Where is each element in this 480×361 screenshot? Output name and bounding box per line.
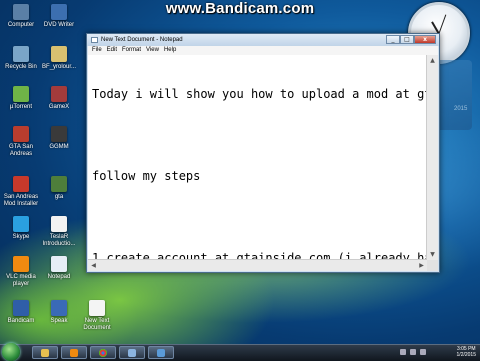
desktop-icon-label: BF_yrolour... <box>41 64 76 70</box>
desktop-icon-label: Bandicam <box>7 318 35 324</box>
menu-edit[interactable]: Edit <box>107 46 117 55</box>
taskbar-app-button[interactable] <box>119 346 145 359</box>
desktop-icon[interactable]: BF_yrolour... <box>38 46 80 71</box>
desktop-icon[interactable]: Recycle Bin <box>0 46 42 71</box>
desktop-icon[interactable]: New Text Document <box>76 300 118 332</box>
menu-bar: File Edit Format View Help <box>88 46 438 55</box>
close-button[interactable]: x <box>414 35 436 44</box>
media-player-icon <box>70 349 78 357</box>
chrome-icon <box>99 349 107 357</box>
desktop-icon-image <box>13 46 29 62</box>
desktop-icon-label: San Andreas Mod Installer <box>3 194 39 207</box>
window-title: New Text Document - Notepad <box>101 37 183 43</box>
scroll-left-arrow-icon[interactable]: ◀ <box>88 260 99 271</box>
desktop-icon-image <box>13 256 29 272</box>
desktop-icon-image <box>51 256 67 272</box>
desktop-icon[interactable]: GTA San Andreas <box>0 126 42 158</box>
menu-file[interactable]: File <box>92 46 102 55</box>
desktop-icon-image <box>51 4 67 20</box>
desktop-icon-label: GTA San Andreas <box>9 144 33 157</box>
desktop-icon-label: Recycle Bin <box>5 64 37 70</box>
clock-minute-hand <box>438 14 447 34</box>
app-icon <box>157 349 165 357</box>
tray-volume-icon[interactable] <box>410 349 416 355</box>
desktop-icon[interactable]: TeslaR Introductio... <box>38 216 80 248</box>
desktop-icon-label: GGMM <box>49 144 69 150</box>
text-editor-area[interactable]: Today i will show you how to upload a mo… <box>88 55 427 260</box>
desktop-icon-label: GameX <box>48 104 70 110</box>
desktop-icon[interactable]: DVD Writer <box>38 4 80 29</box>
desktop-icon-label: Computer <box>7 22 35 28</box>
taskbar-chrome-button[interactable] <box>90 346 116 359</box>
title-bar[interactable]: New Text Document - Notepad _ □ x <box>87 34 439 46</box>
desktop-icon[interactable]: San Andreas Mod Installer <box>0 176 42 208</box>
desktop-icon[interactable]: GGMM <box>38 126 80 151</box>
folder-icon <box>41 349 49 357</box>
desktop-icon-image <box>51 300 67 316</box>
minimize-button[interactable]: _ <box>386 35 400 44</box>
desktop-icon-image <box>13 300 29 316</box>
taskbar-app-button[interactable] <box>148 346 174 359</box>
desktop-icon-label: µTorrent <box>9 104 33 110</box>
maximize-button[interactable]: □ <box>400 35 414 44</box>
horizontal-scrollbar[interactable]: ◀ ▶ <box>88 259 427 271</box>
taskbar-explorer-button[interactable] <box>32 346 58 359</box>
taskbar-media-button[interactable] <box>61 346 87 359</box>
desktop-icon-image <box>51 176 67 192</box>
desktop-icon-image <box>51 126 67 142</box>
tray-clock[interactable]: 3:05 PM 1/2/2015 <box>457 346 476 358</box>
vertical-scrollbar[interactable]: ▲ ▼ <box>426 55 438 260</box>
text-line: Today i will show you how to upload a mo… <box>92 87 427 101</box>
desktop-icon-label: Skype <box>12 234 30 240</box>
window-controls: _ □ x <box>386 35 436 45</box>
menu-help[interactable]: Help <box>164 46 176 55</box>
start-button[interactable] <box>2 343 20 361</box>
desktop-icon-image <box>89 300 105 316</box>
desktop-icon-image <box>13 86 29 102</box>
taskbar: 3:05 PM 1/2/2015 <box>0 343 480 361</box>
desktop-icon[interactable]: GameX <box>38 86 80 111</box>
desktop-icon[interactable]: Bandicam <box>0 300 42 325</box>
menu-view[interactable]: View <box>146 46 159 55</box>
scroll-up-arrow-icon[interactable]: ▲ <box>427 55 438 66</box>
scroll-right-arrow-icon[interactable]: ▶ <box>416 260 427 271</box>
desktop-icon-image <box>13 126 29 142</box>
app-icon <box>128 349 136 357</box>
tray-flag-icon[interactable] <box>420 349 426 355</box>
desktop-icon-image <box>51 86 67 102</box>
desktop-icon-label: Speak <box>50 318 68 324</box>
tray-date: 1/2/2015 <box>456 352 476 358</box>
desktop-icon[interactable]: Speak <box>38 300 80 325</box>
scroll-down-arrow-icon[interactable]: ▼ <box>427 249 438 260</box>
desktop-icon[interactable]: Skype <box>0 216 42 241</box>
desktop-icon-label: gta <box>54 194 64 200</box>
desktop-icon-label: DVD Writer <box>43 22 75 28</box>
tray-network-icon[interactable] <box>400 349 406 355</box>
desktop-icon-image <box>13 176 29 192</box>
desktop-icon[interactable]: Computer <box>0 4 42 29</box>
notepad-window[interactable]: New Text Document - Notepad _ □ x File E… <box>86 33 440 273</box>
desktop-icon-label: Notepad <box>47 274 71 280</box>
notepad-app-icon <box>91 37 98 43</box>
desktop-icon-label: New Text Document <box>83 318 111 331</box>
gadget-text: 2015 <box>454 106 468 112</box>
desktop-icon-image <box>51 216 67 232</box>
desktop-icon[interactable]: µTorrent <box>0 86 42 111</box>
desktop-icon-image <box>13 216 29 232</box>
resize-grip[interactable] <box>427 260 438 271</box>
desktop-icon-label: TeslaR Introductio... <box>42 234 76 247</box>
desktop-icon[interactable]: VLC media player <box>0 256 42 288</box>
desktop-icon-image <box>51 46 67 62</box>
desktop-icon-label: VLC media player <box>6 274 36 287</box>
menu-format[interactable]: Format <box>122 46 141 55</box>
desktop-icon[interactable]: gta <box>38 176 80 201</box>
text-line: follow my steps <box>92 169 201 183</box>
desktop-icon-image <box>13 4 29 20</box>
desktop-icon[interactable]: Notepad <box>38 256 80 281</box>
